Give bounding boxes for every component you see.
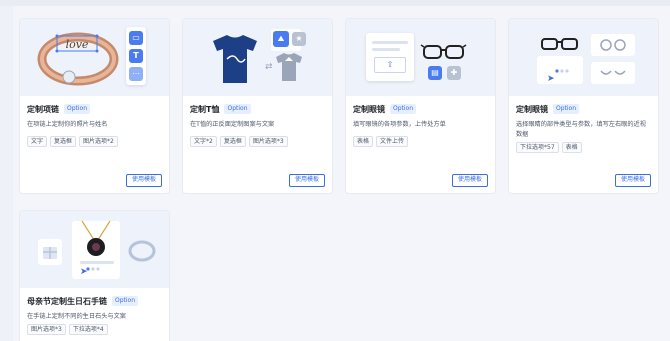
option-badge: Option <box>224 104 251 114</box>
tag: 复选框 <box>50 136 77 147</box>
engraving-text: love <box>66 38 89 51</box>
template-card-tshirt[interactable]: ⇄ ⛰ ★ 定制T恤 Option 在T恤的正反面定制图案与文案 文字*2 复选… <box>182 18 333 194</box>
use-template-button[interactable]: 使用模板 <box>288 174 325 187</box>
tag: 表格 <box>561 142 582 153</box>
tag-list: 图片选项*3 下拉选项*4 <box>27 324 162 335</box>
option-badge: Option <box>112 296 139 306</box>
more-option-icon: ⋯ <box>129 67 143 81</box>
glasses-parts-thumbnail: ➤ <box>509 19 658 96</box>
tag: 图片选项*2 <box>79 136 118 147</box>
option-badge: Option <box>553 104 580 114</box>
option-badge: Option <box>390 104 417 114</box>
left-rail <box>0 6 13 341</box>
text-option-icon: T <box>129 49 143 63</box>
tag: 表格 <box>353 136 374 147</box>
option-badge: Option <box>64 104 91 114</box>
template-card-bracelet[interactable]: ➤ 母亲节定制生日石手链 Option 在手链上定制不同的生日石头与文案 图片选… <box>19 210 170 341</box>
card-description: 选择眼睛的部件类型与参数，填写左右眼的近视数据 <box>516 121 646 138</box>
card-description: 在手链上定制不同的生日石头与文案 <box>27 313 126 320</box>
tshirt-thumbnail: ⇄ ⛰ ★ <box>183 19 332 96</box>
glasses-thumbnail: ⇧ ▤ ✚ <box>346 19 495 96</box>
tag: 下拉选项*57 <box>516 142 559 153</box>
tag-list: 文字 复选框 图片选项*2 <box>27 136 162 147</box>
image-option-icon: ▭ <box>129 31 143 45</box>
template-card-necklace[interactable]: love ▭ T ⋯ 定制项链 Option 在项链上定制你的照片与姓名 文字 … <box>19 18 170 194</box>
card-title: 定制眼镜 <box>516 104 548 114</box>
necklace-thumbnail: love ▭ T ⋯ <box>20 19 169 96</box>
glasses-parts-illustration <box>537 34 635 84</box>
glasses-illustration <box>420 44 467 59</box>
template-card-glasses-parts[interactable]: ➤ 定制眼镜 Option 选择眼睛的部件类型与参数，填写左右眼的近视数据 下拉… <box>508 18 659 194</box>
tag: 文字*2 <box>190 136 217 147</box>
use-template-button[interactable]: 使用模板 <box>614 174 651 187</box>
template-card-glasses-upload[interactable]: ⇧ ▤ ✚ 定制眼镜 Option 填写眼镜的各项参数，上传处方单 表格 文件上… <box>345 18 496 194</box>
tag: 下拉选项*4 <box>68 324 108 335</box>
cursor-icon: ➤ <box>80 267 88 277</box>
card-title: 定制T恤 <box>190 104 220 114</box>
card-description: 填写眼镜的各项参数，上传处方单 <box>353 121 446 128</box>
tag-list: 表格 文件上传 <box>353 136 488 147</box>
tag: 图片选项*3 <box>27 324 66 335</box>
tshirt-illustration: ⇄ <box>213 29 302 83</box>
card-title: 定制项链 <box>27 104 59 114</box>
image-upload-icon: ⛰ <box>273 31 289 47</box>
tag: 文件上传 <box>376 136 409 147</box>
star-icon: ★ <box>292 32 306 46</box>
card-title: 定制眼镜 <box>353 104 385 114</box>
tag: 复选框 <box>219 136 246 147</box>
card-description: 在T恤的正反面定制图案与文案 <box>190 121 275 128</box>
clipboard-icon: ▤ <box>428 66 442 80</box>
top-bar <box>0 0 670 6</box>
tag-list: 下拉选项*57 表格 <box>516 142 651 153</box>
bracelet-illustration <box>38 220 156 279</box>
card-title: 母亲节定制生日石手链 <box>27 296 107 306</box>
cursor-icon: ➤ <box>547 74 555 84</box>
tag: 图片选项*3 <box>248 136 288 147</box>
bracelet-thumbnail: ➤ <box>20 211 169 288</box>
tag: 文字 <box>27 136 48 147</box>
svg-text:⇄: ⇄ <box>265 62 273 72</box>
tag-list: 文字*2 复选框 图片选项*3 <box>190 136 325 147</box>
card-description: 在项链上定制你的照片与姓名 <box>27 121 108 128</box>
plus-icon: ✚ <box>447 66 461 80</box>
necklace-illustration: love <box>37 32 119 86</box>
use-template-button[interactable]: 使用模板 <box>451 174 488 187</box>
use-template-button[interactable]: 使用模板 <box>125 174 162 187</box>
